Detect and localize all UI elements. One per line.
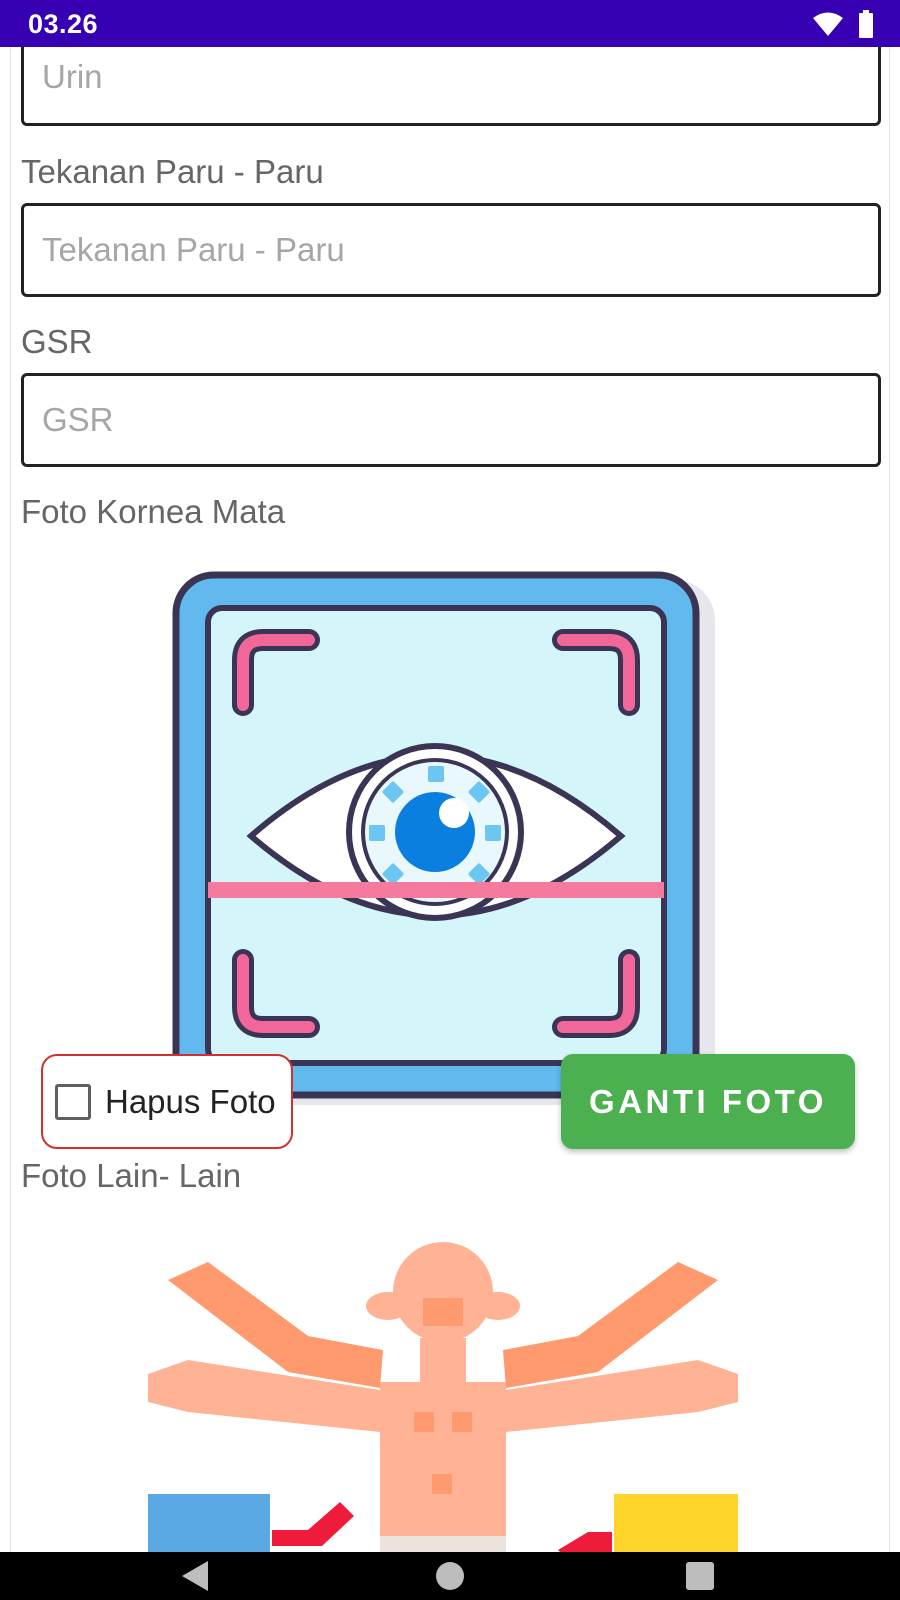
urin-input[interactable] — [21, 47, 881, 126]
back-button[interactable] — [165, 1552, 225, 1600]
ganti-foto-button[interactable]: GANTI FOTO — [561, 1054, 855, 1149]
gsr-label: GSR — [21, 323, 93, 360]
battery-icon — [859, 10, 873, 38]
checkbox-square[interactable] — [55, 1083, 91, 1120]
recents-icon — [686, 1562, 714, 1590]
human-body-icon — [148, 1242, 738, 1552]
status-bar: 03.26 — [0, 0, 900, 47]
hapus-foto-label: Hapus Foto — [105, 1082, 276, 1120]
home-button[interactable] — [420, 1552, 480, 1600]
status-icons — [812, 10, 874, 38]
form-content[interactable]: Tekanan Paru - Paru GSR Foto Kornea Mata — [10, 47, 890, 1552]
status-time: 03.26 — [28, 9, 99, 39]
back-icon — [182, 1561, 208, 1591]
home-icon — [436, 1562, 464, 1590]
tekanan-paru-input[interactable] — [21, 203, 881, 297]
foto-lain-label: Foto Lain- Lain — [21, 1157, 242, 1194]
gsr-input[interactable] — [21, 373, 881, 467]
hapus-foto-checkbox[interactable]: Hapus Foto — [41, 1054, 293, 1149]
navigation-bar — [0, 1552, 900, 1600]
tekanan-paru-label: Tekanan Paru - Paru — [21, 153, 324, 190]
foto-kornea-label: Foto Kornea Mata — [21, 493, 286, 530]
foto-lain-image — [148, 1240, 738, 1552]
wifi-icon — [813, 12, 843, 36]
recents-button[interactable] — [670, 1552, 730, 1600]
